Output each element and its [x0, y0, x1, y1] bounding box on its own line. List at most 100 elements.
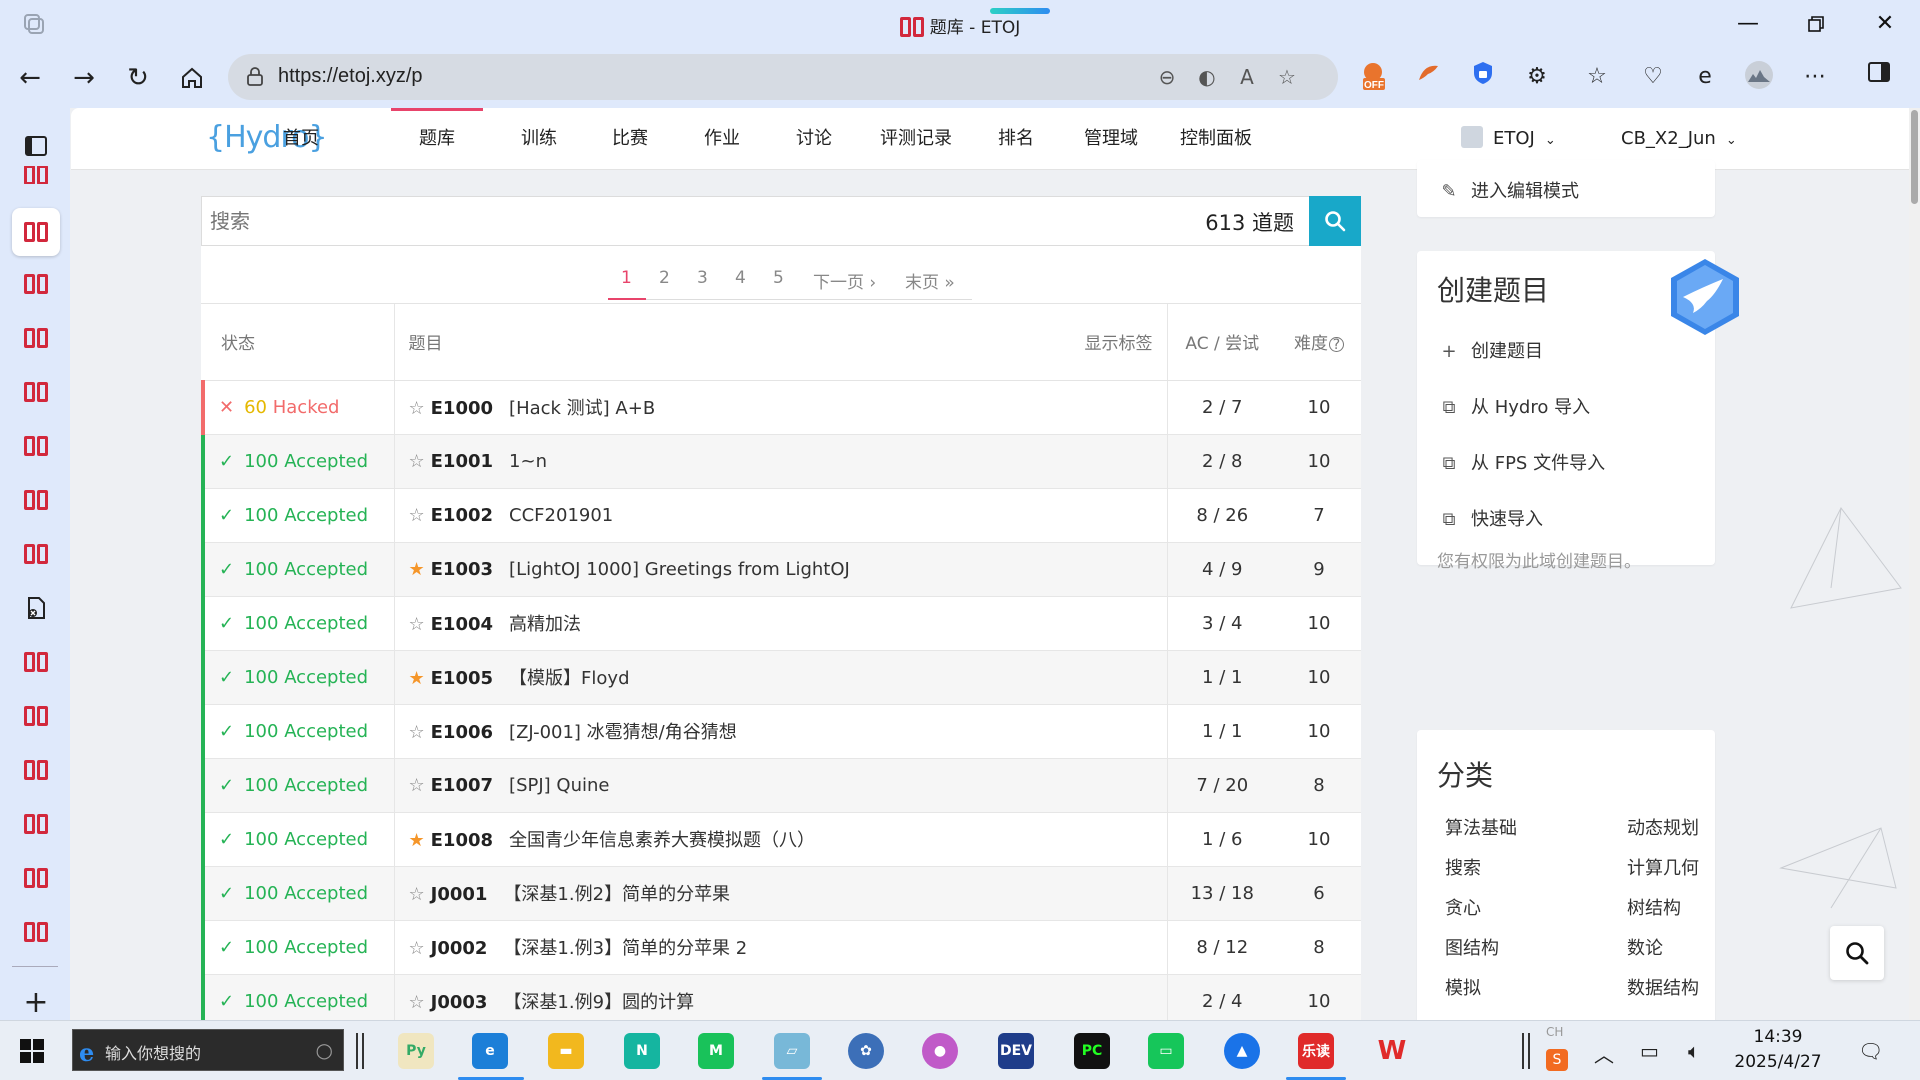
- nav-training[interactable]: 训练: [500, 108, 578, 170]
- tray-overflow-chevron-icon[interactable]: ︿: [1594, 1039, 1614, 1068]
- profile-avatar[interactable]: [1742, 60, 1776, 94]
- edge-app-icon[interactable]: e: [472, 1033, 508, 1069]
- new-tab-plus-icon[interactable]: +: [12, 978, 60, 1026]
- category-link[interactable]: 模拟: [1445, 974, 1481, 1000]
- table-row[interactable]: ✓ 100 Accepted ☆ E1002 CCF201901 8 / 26 7: [201, 488, 1361, 543]
- import-hydro-link[interactable]: ⧉ 从 Hydro 导入: [1437, 393, 1591, 419]
- browser-essentials-icon[interactable]: ◐: [1194, 64, 1220, 90]
- table-row[interactable]: ✓ 100 Accepted ☆ J0002 【深基1.例3】简单的分苹果 2 8 / 1…: [201, 920, 1361, 975]
- star-filled-icon[interactable]: ★: [409, 559, 425, 580]
- active-tab[interactable]: 题库 - ETOJ: [0, 13, 1920, 38]
- star-outline-icon[interactable]: ☆: [409, 451, 425, 472]
- star-outline-icon[interactable]: ☆: [409, 505, 425, 526]
- problem-title-link[interactable]: 【模版】Floyd: [509, 668, 629, 689]
- problem-id[interactable]: E1001: [431, 451, 493, 472]
- problem-id[interactable]: E1003: [431, 559, 493, 580]
- table-row[interactable]: ✓ 100 Accepted ☆ E1001 1~n 2 / 8 10: [201, 434, 1361, 489]
- read-aloud-icon[interactable]: A: [1234, 64, 1260, 90]
- minimize-icon[interactable]: —: [1731, 8, 1765, 40]
- edit-mode-link[interactable]: ✎ 进入编辑模式: [1437, 177, 1579, 203]
- category-link[interactable]: 树结构: [1627, 894, 1681, 920]
- battery-icon[interactable]: ▭: [1640, 1039, 1659, 1063]
- search-input[interactable]: [202, 197, 1202, 245]
- category-link[interactable]: 计算几何: [1627, 854, 1699, 880]
- extensions-puzzle-icon[interactable]: ⚙: [1520, 60, 1554, 94]
- star-outline-icon[interactable]: ☆: [409, 938, 425, 959]
- browser-health-icon[interactable]: ♡: [1636, 60, 1670, 94]
- problem-title-link[interactable]: 【深基1.例9】圆的计算: [503, 992, 694, 1013]
- page-scrollbar[interactable]: [1909, 108, 1920, 1020]
- import-fps-link[interactable]: ⧉ 从 FPS 文件导入: [1437, 449, 1606, 475]
- shield-extension-icon[interactable]: [1466, 60, 1500, 94]
- windows-start-icon[interactable]: [20, 1039, 44, 1063]
- table-row[interactable]: ✓ 100 Accepted ☆ J0001 【深基1.例2】简单的分苹果 13 / 18…: [201, 866, 1361, 921]
- status-cell[interactable]: ✕ 60 Hacked: [201, 380, 395, 435]
- python-app-icon[interactable]: Py: [398, 1033, 434, 1069]
- star-outline-icon[interactable]: ☆: [409, 992, 425, 1013]
- nav-contest[interactable]: 比赛: [591, 108, 669, 170]
- tab-actions-icon[interactable]: [12, 122, 60, 170]
- status-cell[interactable]: ✓ 100 Accepted: [201, 434, 395, 489]
- notes-app-icon[interactable]: ▱: [774, 1033, 810, 1069]
- status-cell[interactable]: ✓ 100 Accepted: [201, 866, 395, 921]
- favorites-icon[interactable]: ☆: [1580, 60, 1614, 94]
- problem-id[interactable]: E1007: [431, 775, 493, 796]
- file-explorer-icon[interactable]: ▬: [548, 1033, 584, 1069]
- category-link[interactable]: 动态规划: [1627, 814, 1699, 840]
- cloud-app-icon[interactable]: ▲: [1224, 1033, 1260, 1069]
- problem-title-link[interactable]: 1~n: [509, 451, 547, 472]
- problem-id[interactable]: E1004: [431, 614, 493, 635]
- tampermonkey-icon[interactable]: [1412, 60, 1446, 94]
- vertical-tab[interactable]: [12, 530, 60, 578]
- status-cell[interactable]: ✓ 100 Accepted: [201, 758, 395, 813]
- extension-off-icon[interactable]: OFF: [1356, 60, 1390, 94]
- mindmap-app-icon[interactable]: M: [698, 1033, 734, 1069]
- problem-title-link[interactable]: 【深基1.例2】简单的分苹果: [503, 884, 730, 905]
- next-page-link[interactable]: 下一页 ›: [813, 268, 876, 293]
- problem-id[interactable]: E1002: [431, 505, 493, 526]
- taskbar-search-box[interactable]: e 输入你想搜的 ○: [72, 1029, 344, 1071]
- star-outline-icon[interactable]: ☆: [409, 775, 425, 796]
- sidebar-toggle-icon[interactable]: [1862, 60, 1896, 94]
- category-link[interactable]: 数据结构: [1627, 974, 1699, 1000]
- problem-title-link[interactable]: [SPJ] Quine: [509, 775, 609, 796]
- page-4-link[interactable]: 4: [735, 268, 746, 288]
- category-link[interactable]: 算法基础: [1445, 814, 1517, 840]
- vertical-tab[interactable]: [12, 422, 60, 470]
- vertical-tab[interactable]: [12, 260, 60, 308]
- category-link[interactable]: 搜索: [1445, 854, 1481, 880]
- category-link[interactable]: 贪心: [1445, 894, 1481, 920]
- problem-id[interactable]: E1006: [431, 722, 493, 743]
- status-cell[interactable]: ✓ 100 Accepted: [201, 596, 395, 651]
- problem-id[interactable]: E1008: [431, 830, 493, 851]
- chat-app-icon[interactable]: ▭: [1148, 1033, 1184, 1069]
- zoom-out-icon[interactable]: ⊖: [1154, 64, 1180, 90]
- table-row[interactable]: ✓ 100 Accepted ★ E1005 【模版】Floyd 1 / 1 10: [201, 650, 1361, 705]
- nav-homework[interactable]: 作业: [683, 108, 761, 170]
- vertical-tab[interactable]: [12, 368, 60, 416]
- pycharm-app-icon[interactable]: PC: [1074, 1033, 1110, 1069]
- problem-title-link[interactable]: CCF201901: [509, 505, 613, 526]
- more-options-icon[interactable]: ⋯: [1798, 60, 1832, 94]
- close-window-icon[interactable]: ✕: [1868, 8, 1902, 40]
- vertical-tab[interactable]: [12, 638, 60, 686]
- problem-id[interactable]: J0001: [431, 884, 488, 905]
- vertical-tab[interactable]: [12, 692, 60, 740]
- status-cell[interactable]: ✓ 100 Accepted: [201, 920, 395, 975]
- scrollbar-thumb[interactable]: [1911, 110, 1918, 204]
- star-outline-icon[interactable]: ☆: [409, 398, 425, 419]
- status-cell[interactable]: ✓ 100 Accepted: [201, 812, 395, 867]
- vertical-tab[interactable]: [12, 800, 60, 848]
- settings-app-icon[interactable]: ✿: [848, 1033, 884, 1069]
- status-cell[interactable]: ✓ 100 Accepted: [201, 974, 395, 1020]
- show-tags-toggle[interactable]: 显示标签: [1085, 329, 1153, 354]
- page-5-link[interactable]: 5: [773, 268, 784, 288]
- vertical-tab[interactable]: [12, 166, 60, 184]
- vertical-tab[interactable]: [12, 476, 60, 524]
- volume-icon[interactable]: 🔈︎: [1688, 1039, 1700, 1063]
- create-problem-link[interactable]: + 创建题目: [1437, 337, 1543, 363]
- sogou-ime-icon[interactable]: S: [1546, 1049, 1568, 1071]
- restore-icon[interactable]: [1799, 8, 1833, 40]
- nav-home[interactable]: 首页: [262, 108, 340, 170]
- ie-mode-icon[interactable]: e: [1688, 60, 1722, 94]
